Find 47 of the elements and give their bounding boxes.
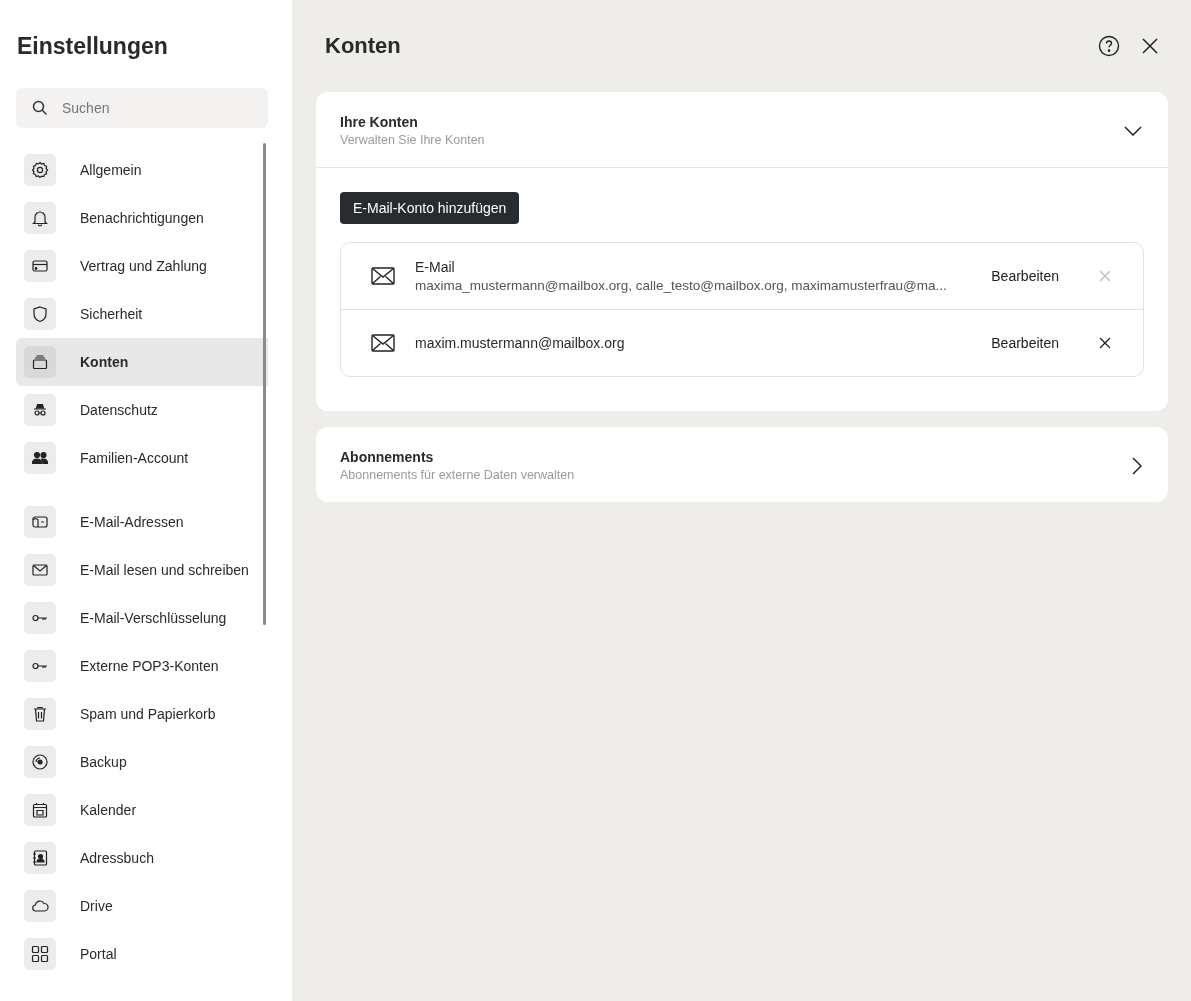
- menu-item-icon: [30, 304, 50, 324]
- menu-item-icon: [30, 160, 50, 180]
- sidebar-item[interactable]: E-Mail lesen und schreiben: [16, 546, 268, 594]
- menu-item-icon: [30, 352, 50, 372]
- account-addresses: maxima_mustermann@mailbox.org, calle_testo@mailbox.org, maximamusterfrau@ma...: [415, 278, 948, 293]
- close-icon[interactable]: [1142, 38, 1158, 54]
- sidebar-item[interactable]: Drive: [16, 882, 268, 930]
- menu-item-icon: [30, 800, 50, 820]
- edit-button[interactable]: Bearbeiten: [991, 268, 1059, 284]
- scrollbar[interactable]: [263, 143, 266, 625]
- section-subtitle: Abonnements für externe Daten verwalten: [340, 468, 575, 482]
- sidebar-item[interactable]: Vertrag und Zahlung: [16, 242, 268, 290]
- menu-item-icon: [30, 944, 50, 964]
- add-account-button[interactable]: E-Mail-Konto hinzufügen: [340, 192, 520, 224]
- sidebar-item[interactable]: Benachrichtigungen: [16, 194, 268, 242]
- section-subtitle: Verwalten Sie Ihre Konten: [340, 133, 485, 147]
- help-icon[interactable]: [1098, 35, 1120, 57]
- page-title: Konten: [325, 33, 401, 59]
- sidebar-item[interactable]: Backup: [16, 738, 268, 786]
- sidebar-item[interactable]: E-Mail-Adressen: [16, 498, 268, 546]
- section-title: Abonnements: [340, 449, 435, 465]
- envelope-icon: [371, 267, 395, 285]
- sidebar-item[interactable]: Datenschutz: [16, 386, 268, 434]
- search-field[interactable]: Suchen: [16, 88, 268, 128]
- sidebar-item[interactable]: Allgemein: [16, 146, 268, 194]
- sidebar-item[interactable]: Kalender: [16, 786, 268, 834]
- sidebar-item[interactable]: Adressbuch: [16, 834, 268, 882]
- account-title: E-Mail: [415, 259, 456, 275]
- chevron-down-icon[interactable]: [1124, 125, 1142, 136]
- remove-icon[interactable]: [1099, 337, 1111, 349]
- sidebar-item[interactable]: Konten: [16, 338, 268, 386]
- section-title: Ihre Konten: [340, 114, 419, 130]
- chevron-right-icon[interactable]: [1132, 456, 1142, 475]
- sidebar-item[interactable]: Familien-Account: [16, 434, 268, 482]
- sidebar-title: Einstellungen: [17, 33, 169, 60]
- search-icon: [32, 100, 48, 116]
- envelope-icon: [371, 334, 395, 352]
- sidebar-item[interactable]: Sicherheit: [16, 290, 268, 338]
- sidebar-item[interactable]: Spam und Papierkorb: [16, 690, 268, 738]
- menu-item-icon: [30, 208, 50, 228]
- menu-item-icon: [30, 848, 50, 868]
- menu-item-icon: [30, 752, 50, 772]
- sidebar-item[interactable]: Externe POP3-Konten: [16, 642, 268, 690]
- account-addresses: maxim.mustermann@mailbox.org: [415, 335, 626, 351]
- sidebar-item[interactable]: E-Mail-Verschlüsselung: [16, 594, 268, 642]
- sidebar-item[interactable]: Portal: [16, 930, 268, 978]
- edit-button[interactable]: Bearbeiten: [991, 335, 1059, 351]
